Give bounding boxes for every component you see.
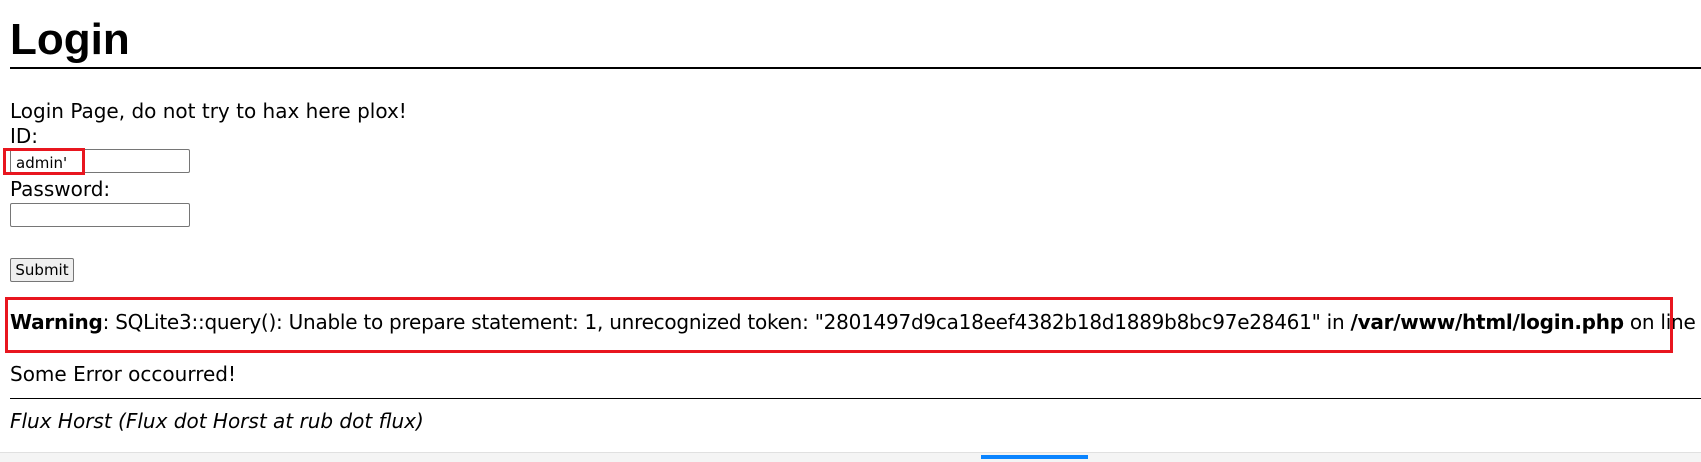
warning-label: Warning bbox=[10, 310, 103, 334]
password-input[interactable] bbox=[10, 203, 190, 227]
id-label: ID: bbox=[10, 124, 39, 148]
id-input[interactable] bbox=[10, 149, 190, 173]
password-label: Password: bbox=[10, 177, 111, 201]
footer-credit: Flux Horst (Flux dot Horst at rub dot fl… bbox=[10, 409, 424, 433]
page-title: Login bbox=[10, 15, 130, 64]
warning-file-path: /var/www/html/login.php bbox=[1350, 310, 1625, 334]
login-page: Login Login Page, do not try to hax here… bbox=[0, 0, 1701, 462]
warning-message: : SQLite3::query(): Unable to prepare st… bbox=[102, 310, 1351, 334]
submit-button[interactable]: Submit bbox=[10, 258, 74, 282]
warning-line-label: on line bbox=[1623, 310, 1701, 334]
footer-divider bbox=[10, 398, 1701, 399]
error-message: Some Error occourred! bbox=[10, 362, 236, 386]
intro-text: Login Page, do not try to hax here plox! bbox=[10, 99, 407, 123]
title-divider bbox=[10, 67, 1701, 69]
sqlite-warning: Warning: SQLite3::query(): Unable to pre… bbox=[10, 310, 1701, 334]
bottom-accent-indicator bbox=[981, 455, 1088, 459]
window-bottom-strip bbox=[0, 452, 1701, 462]
